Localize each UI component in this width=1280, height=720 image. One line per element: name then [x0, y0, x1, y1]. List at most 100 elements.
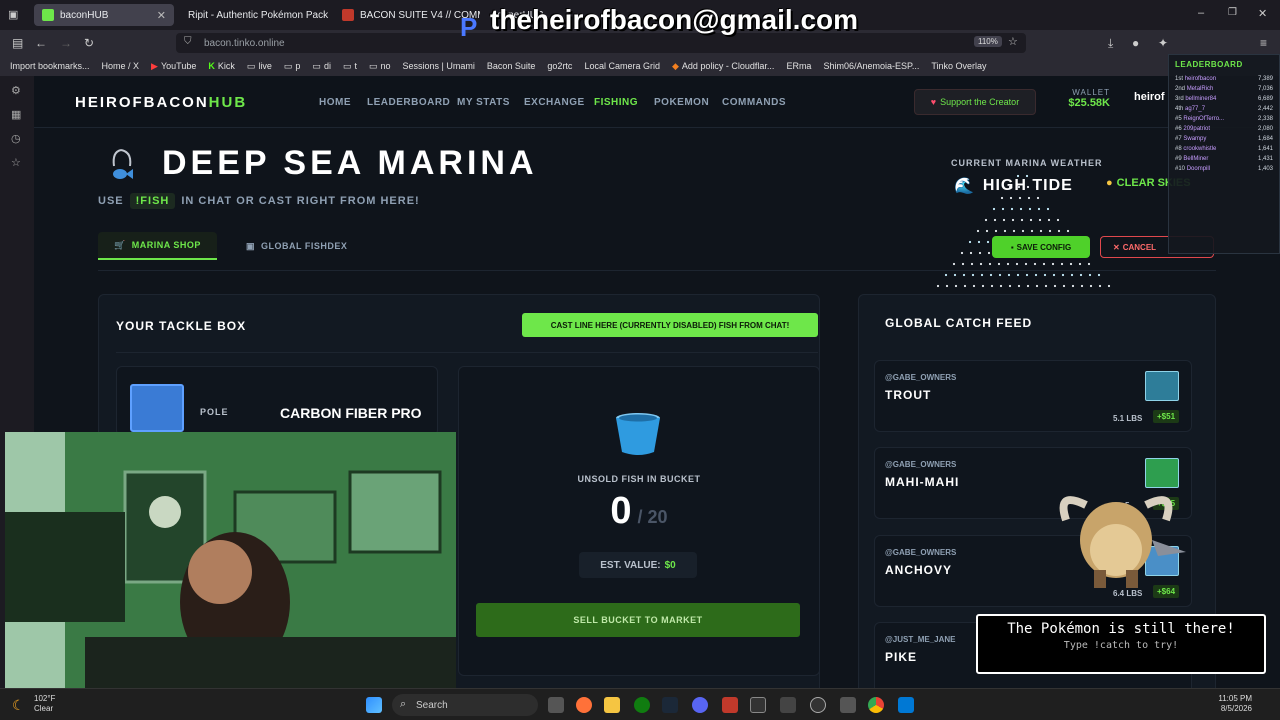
bookmark-folder[interactable]: ▭ p	[284, 61, 301, 72]
grid-dot	[997, 262, 1001, 266]
account-icon[interactable]: ●	[1132, 36, 1139, 50]
grid-dot	[1026, 284, 1030, 288]
grid-dot	[1019, 207, 1023, 211]
nav-my-stats[interactable]: MY STATS	[457, 97, 510, 108]
downloads-icon[interactable]: ⤓	[1108, 36, 1113, 51]
taskbar-weather[interactable]: 102°F Clear	[34, 694, 55, 714]
firefox-icon[interactable]	[576, 697, 592, 713]
tabs-icon[interactable]: ▦	[11, 108, 21, 121]
bookmark-item[interactable]: ◆ Add policy - Cloudflar...	[672, 61, 774, 72]
user-name[interactable]: heirof	[1134, 91, 1165, 103]
nav-commands[interactable]: COMMANDS	[722, 97, 786, 108]
tab-baconhub[interactable]: baconHUB ✕	[34, 4, 174, 26]
nav-pokemon[interactable]: POKEMON	[654, 97, 709, 108]
ai-icon[interactable]: ⚙	[11, 84, 21, 97]
bookmark-star-icon[interactable]: ☆	[1008, 35, 1018, 48]
bookmark-folder[interactable]: ▭ live	[247, 61, 272, 72]
bookmark-item[interactable]: Bacon Suite	[487, 61, 536, 71]
task-view-icon[interactable]	[548, 697, 564, 713]
save-config-button[interactable]: ▪ SAVE CONFIG	[992, 236, 1090, 258]
minimize-icon[interactable]: –	[1198, 7, 1204, 19]
grid-dot	[978, 251, 982, 255]
file-explorer-icon[interactable]	[604, 697, 620, 713]
steam-icon[interactable]	[662, 697, 678, 713]
bookmark-item[interactable]: Shim06/Anemoia-ESP...	[823, 61, 919, 71]
bookmark-folder[interactable]: ▭ t	[343, 61, 357, 72]
app-icon[interactable]	[840, 697, 856, 713]
menu-icon[interactable]: ≡	[1260, 36, 1267, 50]
back-icon[interactable]: ←	[35, 36, 47, 50]
extensions-icon[interactable]: ✦	[1158, 36, 1168, 50]
bookmark-item[interactable]: Import bookmarks...	[10, 61, 90, 71]
terminal-icon[interactable]	[750, 697, 766, 713]
grid-dot	[1008, 284, 1012, 288]
bookmark-item[interactable]: K Kick	[208, 61, 235, 71]
grid-dot	[998, 273, 1002, 277]
grid-dot	[962, 273, 966, 277]
sell-bucket-button[interactable]: SELL BUCKET TO MARKET	[476, 603, 800, 637]
url-text: bacon.tinko.online	[204, 37, 285, 49]
bookmark-item[interactable]: ▶ YouTube	[151, 61, 196, 72]
overlay-email: theheirofbacon@gmail.com	[490, 4, 859, 35]
url-bar[interactable]: ⛉ bacon.tinko.online 110% ☆	[176, 33, 1026, 53]
site-logo[interactable]: HEIROFBACONHUB	[75, 94, 247, 111]
tab-marina-shop[interactable]: 🛒 MARINA SHOP	[98, 232, 217, 260]
vscode-icon[interactable]	[898, 697, 914, 713]
reload-icon[interactable]: ↻	[84, 36, 94, 50]
close-icon[interactable]: ✕	[151, 9, 166, 22]
nav-fishing[interactable]: FISHING	[594, 97, 638, 108]
tab-ripit[interactable]: Ripit - Authentic Pokémon Pack Op ✕	[180, 4, 330, 26]
bookmark-item[interactable]: Tinko Overlay	[931, 61, 986, 71]
grid-dot	[945, 284, 949, 288]
bookmark-item[interactable]: ERma	[786, 61, 811, 71]
obs-icon[interactable]	[810, 697, 826, 713]
xbox-icon[interactable]	[634, 697, 650, 713]
grid-dot	[1060, 262, 1064, 266]
taskbar-search[interactable]: ⌕ Search	[392, 694, 538, 716]
grid-dot	[1069, 262, 1073, 266]
bookmarks-icon[interactable]: ☆	[11, 156, 21, 169]
nav-home[interactable]: HOME	[319, 97, 351, 108]
support-creator-button[interactable]: ♥ Support the Creator	[914, 89, 1036, 115]
app-icon[interactable]	[722, 697, 738, 713]
bookmark-item[interactable]: Local Camera Grid	[584, 61, 660, 71]
bucket-count: 0/ 20	[610, 490, 668, 532]
zoom-level[interactable]: 110%	[974, 36, 1002, 47]
weather-label: CURRENT MARINA WEATHER	[951, 158, 1103, 168]
bookmark-item[interactable]: Home / X	[102, 61, 140, 71]
grid-dot	[960, 251, 964, 255]
grid-dot	[1079, 273, 1083, 277]
tackle-box-title: YOUR TACKLE BOX	[116, 319, 247, 333]
bookmark-folder[interactable]: ▭ no	[369, 61, 391, 72]
bookmark-folder[interactable]: ▭ di	[312, 61, 331, 72]
nav-exchange[interactable]: EXCHANGE	[524, 97, 585, 108]
history-icon[interactable]: ◷	[11, 132, 21, 145]
bookmark-item[interactable]: go2rtc	[547, 61, 572, 71]
chrome-icon[interactable]	[868, 697, 884, 713]
bookmark-item[interactable]: Sessions | Umami	[403, 61, 475, 71]
tab-bacon-suite[interactable]: BACON SUITE V4 // COMMAND	[334, 4, 480, 26]
tab-global-fishdex[interactable]: ▣ GLOBAL FISHDEX	[230, 232, 363, 260]
grid-dot	[984, 218, 988, 222]
tab-list-icon[interactable]: ▣	[8, 8, 18, 21]
maximize-icon[interactable]: ❐	[1228, 7, 1237, 18]
taskbar-clock[interactable]: 11:05 PM 8/5/2026	[1214, 694, 1252, 714]
start-icon[interactable]	[366, 697, 382, 713]
grid-dot	[987, 251, 991, 255]
discord-icon[interactable]	[692, 697, 708, 713]
grid-dot	[971, 273, 975, 277]
nav-leaderboard[interactable]: LEADERBOARD	[367, 97, 450, 108]
cast-line-button[interactable]: CAST LINE HERE (CURRENTLY DISABLED) FISH…	[522, 313, 818, 337]
close-window-icon[interactable]: ✕	[1258, 7, 1267, 20]
forward-icon[interactable]: →	[60, 36, 72, 50]
grid-dot	[1070, 273, 1074, 277]
wallet: WALLET $25.58K	[1068, 88, 1110, 109]
grid-dot	[952, 262, 956, 266]
weather-current: 🌊 HIGH TIDE	[954, 177, 1073, 195]
sidebar-toggle-icon[interactable]: ▤	[12, 36, 23, 50]
shield-icon[interactable]: ⛉	[184, 36, 192, 47]
estimated-value: EST. VALUE: $0	[579, 552, 697, 578]
grid-dot	[1010, 207, 1014, 211]
grid-dot	[1021, 229, 1025, 233]
app-icon[interactable]	[780, 697, 796, 713]
